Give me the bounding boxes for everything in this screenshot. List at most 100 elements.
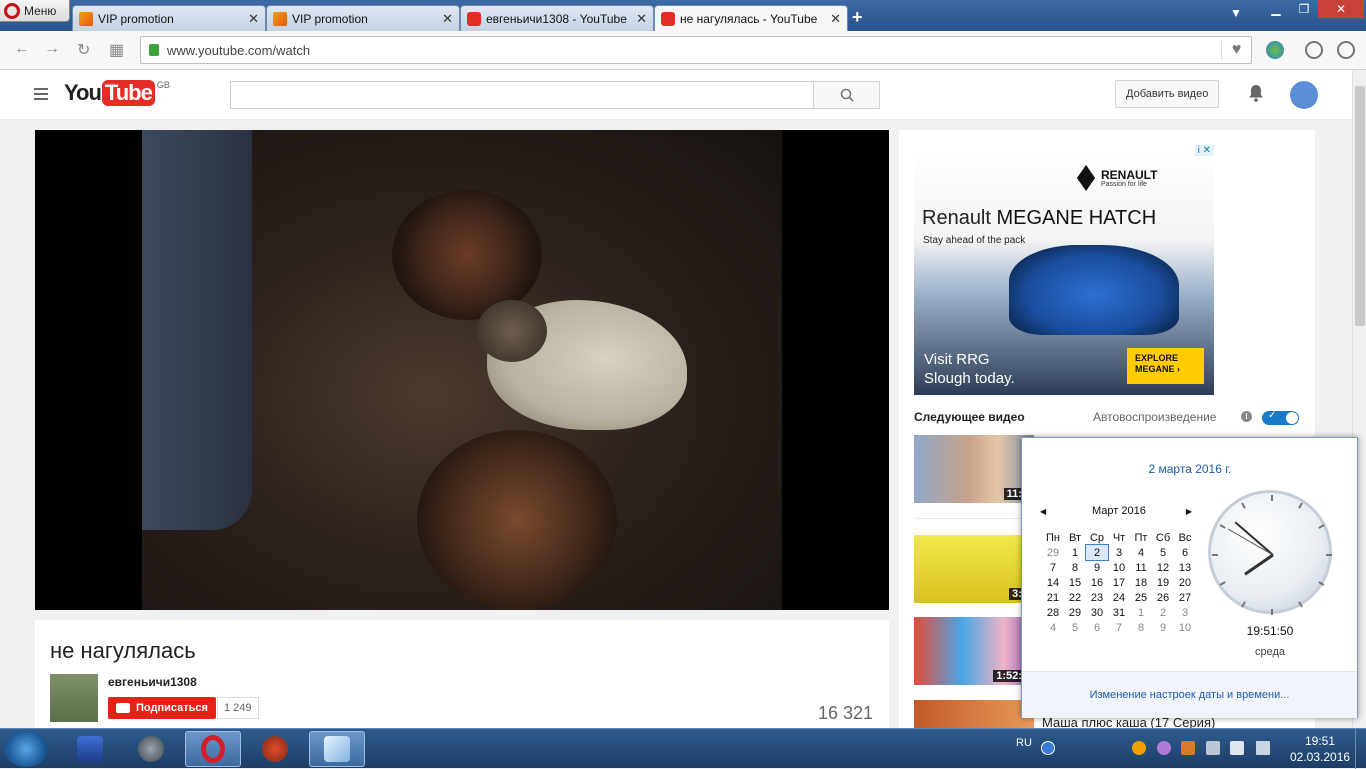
browser-tab[interactable]: VIP promotion ✕ [266,5,460,31]
calendar-day[interactable]: 4 [1130,545,1152,560]
related-video-thumbnail[interactable]: 1:52:1 [914,617,1034,685]
calendar-day[interactable]: 3 [1174,605,1196,620]
calendar-day[interactable]: 27 [1174,590,1196,605]
long-date-link[interactable]: 2 марта 2016 г. [1022,462,1358,476]
account-avatar[interactable] [1290,81,1318,109]
calendar-day[interactable]: 29 [1042,545,1064,560]
calendar-day[interactable]: 2 [1152,605,1174,620]
calendar-day[interactable]: 1 [1130,605,1152,620]
ad-choices-icon[interactable]: i ✕ [1194,145,1214,156]
browser-tab-active[interactable]: не нагулялась - YouTube ✕ [654,5,848,31]
channel-name[interactable]: евгеньичи1308 [108,675,197,689]
calendar-day[interactable]: 9 [1152,620,1174,635]
calendar-day[interactable]: 1 [1064,545,1086,560]
calendar-day[interactable]: 8 [1064,560,1086,575]
vpn-globe-icon[interactable] [1266,41,1284,59]
language-indicator[interactable]: RU [1016,737,1032,749]
calendar-day[interactable]: 30 [1086,605,1108,620]
minimize-icon[interactable]: ▁ [1262,0,1290,18]
related-video-thumbnail[interactable] [914,700,1034,728]
channel-avatar[interactable] [50,674,98,722]
download-icon[interactable] [1305,41,1323,59]
volume-icon[interactable] [1206,741,1220,755]
calendar-day[interactable]: 22 [1064,590,1086,605]
close-tab-icon[interactable]: ✕ [830,11,841,27]
calendar-day[interactable]: 5 [1064,620,1086,635]
close-tab-icon[interactable]: ✕ [636,11,647,27]
autoplay-toggle[interactable]: ✓ [1262,410,1299,425]
taskbar-button[interactable] [247,731,303,767]
calendar-day[interactable]: 6 [1174,545,1196,560]
calendar-day[interactable]: 16 [1086,575,1108,590]
calendar-day[interactable]: 7 [1108,620,1130,635]
new-tab-icon[interactable]: + [852,7,863,28]
calendar-day[interactable]: 6 [1086,620,1108,635]
calendar-day[interactable]: 18 [1130,575,1152,590]
notifications-bell-icon[interactable] [1248,84,1264,102]
upload-button[interactable]: Добавить видео [1115,80,1220,108]
taskbar-button[interactable] [309,731,365,767]
calendar-day[interactable]: 20 [1174,575,1196,590]
tab-menu-icon[interactable]: ▼ [1230,6,1242,20]
next-month-icon[interactable]: ▶ [1186,507,1192,516]
close-tab-icon[interactable]: ✕ [442,11,453,27]
related-video-thumbnail[interactable]: 3:3 [914,535,1034,603]
reload-icon[interactable]: ↻ [77,40,90,60]
show-desktop-button[interactable] [1355,729,1366,769]
calendar-day[interactable]: 10 [1108,560,1130,575]
calendar-day[interactable]: 9 [1086,560,1108,575]
video-player[interactable] [35,130,889,610]
prev-month-icon[interactable]: ◀ [1040,507,1046,516]
calendar-day[interactable]: 24 [1108,590,1130,605]
opera-menu-button[interactable]: Меню [0,0,70,22]
calendar-day[interactable]: 12 [1152,560,1174,575]
youtube-logo[interactable]: You Tube GB [64,80,170,106]
guide-menu-icon[interactable] [34,88,48,100]
forward-icon[interactable]: → [44,40,60,58]
calendar-day[interactable]: 14 [1042,575,1064,590]
info-icon[interactable]: i [1241,411,1252,422]
start-button[interactable] [4,731,48,767]
close-window-icon[interactable]: ✕ [1318,0,1364,18]
browser-tab[interactable]: евгеньичи1308 - YouTube ✕ [460,5,654,31]
calendar-day[interactable]: 4 [1042,620,1064,635]
calendar-day-today[interactable]: 2 [1085,544,1109,561]
calendar-day[interactable]: 13 [1174,560,1196,575]
calendar-day[interactable]: 15 [1064,575,1086,590]
calendar-day[interactable]: 17 [1108,575,1130,590]
speaker-muted-icon[interactable] [1181,741,1195,755]
calendar-day[interactable]: 19 [1152,575,1174,590]
calendar-month-label[interactable]: Март 2016 [1092,505,1146,517]
search-button[interactable] [813,81,880,109]
calendar-day[interactable]: 10 [1174,620,1196,635]
scrollbar-thumb[interactable] [1355,86,1365,326]
search-input[interactable] [230,81,814,109]
calendar-day[interactable]: 25 [1130,590,1152,605]
calendar-day[interactable]: 3 [1108,545,1130,560]
taskbar-button[interactable] [62,731,118,767]
renault-ad-banner[interactable]: i ✕ RENAULT Passion for life Renault MEG… [914,145,1214,395]
help-icon[interactable] [1041,741,1055,755]
calendar-day[interactable]: 21 [1042,590,1064,605]
calendar-day[interactable]: 31 [1108,605,1130,620]
subscribe-button[interactable]: Подписаться [108,697,216,719]
bookmark-heart-icon[interactable]: ♥ [1221,41,1251,59]
calendar-day[interactable]: 23 [1086,590,1108,605]
network-icon[interactable] [1230,741,1244,755]
calendar-day[interactable]: 28 [1042,605,1064,620]
calendar-day[interactable]: 7 [1042,560,1064,575]
maximize-icon[interactable]: ❐ [1290,0,1318,18]
ad-cta-button[interactable]: EXPLORE MEGANE › [1127,348,1204,384]
address-bar[interactable]: www.youtube.com/watch ♥ [140,36,1252,64]
browser-tab[interactable]: VIP promotion ✕ [72,5,266,31]
close-tab-icon[interactable]: ✕ [248,11,259,27]
calendar-day[interactable]: 8 [1130,620,1152,635]
avast-icon[interactable] [1132,741,1146,755]
up-next-thumbnail[interactable]: 11:5 [914,435,1034,503]
taskbar-button-active[interactable] [185,731,241,767]
calendar-day[interactable]: 26 [1152,590,1174,605]
calendar-day[interactable]: 29 [1064,605,1086,620]
signal-icon[interactable] [1256,741,1270,755]
calendar-day[interactable]: 5 [1152,545,1174,560]
date-settings-link[interactable]: Изменение настроек даты и времени... [1022,671,1357,718]
